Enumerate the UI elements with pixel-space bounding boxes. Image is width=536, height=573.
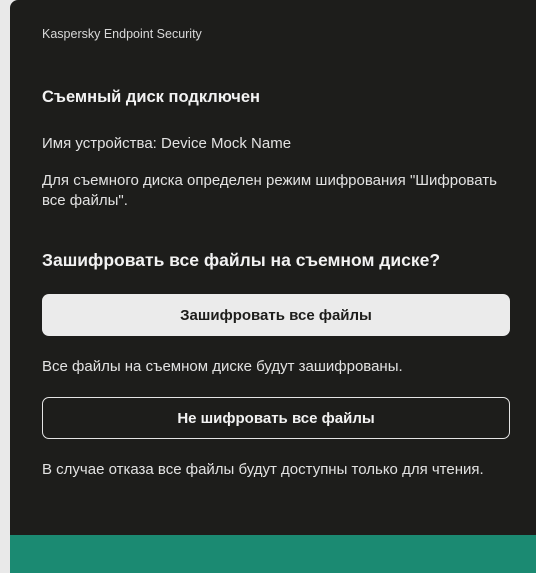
- skip-note-text: В случае отказа все файлы будут доступны…: [42, 461, 484, 478]
- skip-encryption-button[interactable]: Не шифровать все файлы: [42, 397, 510, 439]
- device-name-text: Имя устройства: Device Mock Name: [42, 135, 292, 152]
- encrypt-all-button[interactable]: Зашифровать все файлы: [42, 294, 510, 336]
- footer-bar: [10, 535, 536, 573]
- app-title: Kaspersky Endpoint Security: [42, 27, 202, 41]
- dialog-window: Kaspersky Endpoint Security Съемный диск…: [10, 0, 536, 573]
- encrypt-note-text: Все файлы на съемном диске будут зашифро…: [42, 358, 403, 375]
- encryption-mode-text: Для съемного диска определен режим шифро…: [42, 172, 497, 209]
- encrypt-question: Зашифровать все файлы на съемном диске?: [42, 250, 441, 270]
- dialog-heading: Съемный диск подключен: [42, 88, 260, 106]
